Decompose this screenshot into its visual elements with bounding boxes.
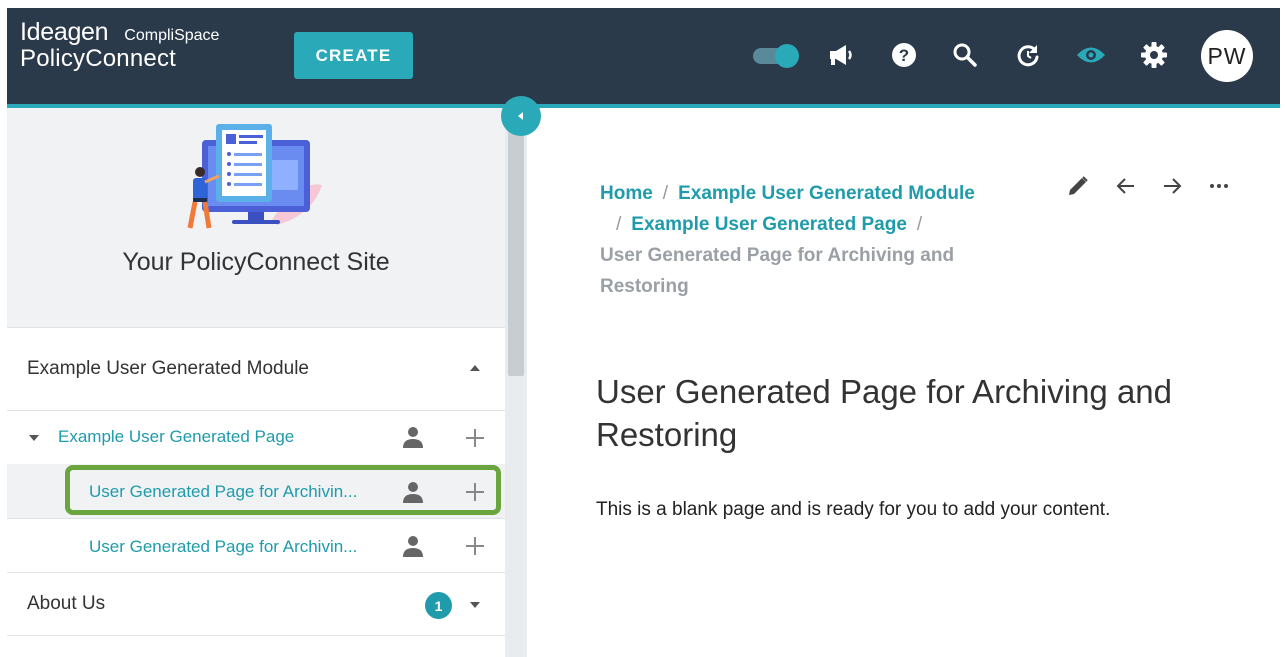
breadcrumb-module[interactable]: Example User Generated Module [678, 183, 975, 204]
chevron-down-icon[interactable] [468, 600, 482, 610]
sidebar-item-label[interactable]: User Generated Page for Archivin... [89, 537, 357, 557]
breadcrumb-home[interactable]: Home [600, 183, 653, 204]
gear-icon[interactable] [1139, 40, 1169, 70]
person-icon[interactable] [401, 425, 425, 449]
person-icon[interactable] [401, 534, 425, 558]
breadcrumb-page[interactable]: Example User Generated Page [631, 214, 907, 235]
chevron-up-icon[interactable] [468, 363, 482, 373]
sidebar-module-row[interactable]: Example User Generated Module [7, 328, 505, 410]
selection-highlight [65, 465, 501, 515]
sidebar-item-example-page[interactable]: Example User Generated Page [7, 411, 505, 463]
breadcrumb: Home / Example User Generated Module / Exam… [600, 178, 1020, 302]
megaphone-icon[interactable] [826, 40, 856, 70]
arrow-left-icon[interactable] [1112, 172, 1140, 200]
eye-icon[interactable] [1076, 40, 1106, 70]
chevron-left-icon [518, 112, 523, 120]
edit-icon[interactable] [1064, 172, 1092, 200]
search-icon[interactable] [950, 40, 980, 70]
breadcrumb-separator: / [616, 214, 622, 235]
sidebar-item-archiving-page[interactable]: User Generated Page for Archivin... [7, 519, 505, 572]
count-badge: 1 [425, 592, 452, 619]
brand-complispace: CompliSpace [124, 27, 220, 44]
brand-ideagen: Ideagen [20, 18, 109, 46]
site-title: Your PolicyConnect Site [122, 248, 390, 276]
add-icon[interactable] [464, 427, 486, 449]
toggle-knob [775, 44, 799, 68]
breadcrumb-separator: / [662, 183, 669, 204]
page-title: User Generated Page for Archiving and Re… [596, 373, 1173, 453]
module-label: Example User Generated Module [27, 358, 309, 379]
help-icon[interactable]: ? [889, 40, 919, 70]
brand-product: PolicyConnect [20, 45, 177, 72]
brand-logo[interactable]: Ideagen CompliSpace PolicyConnect [20, 18, 219, 73]
arrow-right-icon[interactable] [1158, 172, 1186, 200]
breadcrumb-current: User Generated Page for Archiving and Re… [600, 245, 955, 297]
sidebar-scroll-thumb[interactable] [508, 112, 524, 376]
sidebar-item-label[interactable]: Example User Generated Page [58, 427, 294, 447]
sidebar-header [7, 108, 505, 327]
chevron-down-icon[interactable] [28, 433, 40, 443]
edit-mode-toggle[interactable] [753, 44, 801, 68]
module-label: About Us [27, 593, 106, 614]
more-options-icon[interactable] [1205, 172, 1233, 200]
user-avatar[interactable]: PW [1201, 30, 1253, 82]
page-body-text: This is a blank page and is ready for yo… [596, 499, 1111, 520]
svg-text:?: ? [899, 46, 909, 65]
add-icon[interactable] [464, 535, 486, 557]
collapse-sidebar-button[interactable] [501, 96, 541, 136]
create-button[interactable]: CREATE [294, 32, 413, 79]
divider [7, 635, 505, 636]
breadcrumb-separator: / [916, 214, 923, 235]
refresh-icon[interactable] [1013, 40, 1043, 70]
site-illustration [187, 124, 322, 229]
